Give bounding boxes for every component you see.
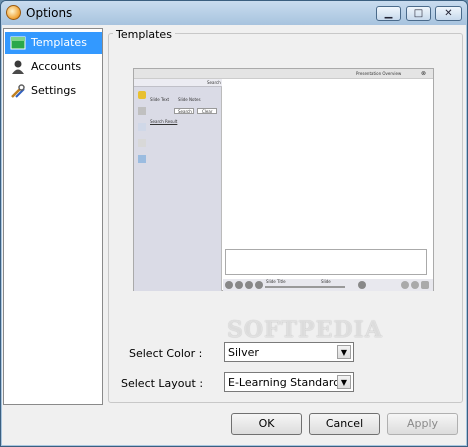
preview-notes-area xyxy=(225,249,427,275)
preview-search-result: Search Result xyxy=(150,119,178,124)
title-bar[interactable]: Options ▁ □ ✕ xyxy=(1,1,467,25)
preview-header-text: Presentation Overview xyxy=(356,71,402,76)
preview-checkbox-slide-text: Slide Text xyxy=(150,97,170,102)
cancel-button[interactable]: Cancel xyxy=(309,413,380,435)
maximize-button[interactable]: □ xyxy=(406,6,431,21)
select-layout-dropdown[interactable]: E-Learning Standard ▼ xyxy=(224,372,354,392)
ok-button[interactable]: OK xyxy=(231,413,302,435)
options-window: Options ▁ □ ✕ Templates Accounts Setting… xyxy=(0,0,468,447)
minimize-icon: ▁ xyxy=(384,8,393,19)
preview-toolbar-icon xyxy=(138,155,146,163)
minimize-button[interactable]: ▁ xyxy=(376,6,401,21)
options-sidebar: Templates Accounts Settings xyxy=(3,28,103,405)
preview-toolbar-icon xyxy=(138,123,146,131)
template-preview: Presentation Overview ⊗ Search Slide Tex… xyxy=(133,68,434,291)
sidebar-item-label: Templates xyxy=(31,36,87,49)
user-icon xyxy=(10,59,26,75)
preview-slide-label: Slide xyxy=(321,279,331,284)
dialog-client-area: Templates Accounts Settings Templates Pr… xyxy=(2,25,466,445)
template-icon xyxy=(10,35,26,51)
preview-player-bar: Slide Title Slide xyxy=(223,279,433,291)
preview-header: Presentation Overview ⊗ xyxy=(134,69,433,79)
preview-sidebar: Search Slide Text Slide Notes Search Cle… xyxy=(134,79,222,291)
preview-close-icon: ⊗ xyxy=(421,70,427,77)
preview-search-label: Search xyxy=(207,80,221,85)
sidebar-item-settings[interactable]: Settings xyxy=(5,80,102,102)
settings-icon xyxy=(10,83,26,99)
apply-button[interactable]: Apply xyxy=(387,413,458,435)
select-color-dropdown[interactable]: Silver ▼ xyxy=(224,342,354,362)
preview-search-button: Search xyxy=(178,109,192,114)
preview-toolbar-icon xyxy=(138,107,146,115)
maximize-icon: □ xyxy=(413,8,424,19)
close-icon: ✕ xyxy=(444,8,453,19)
sidebar-item-templates[interactable]: Templates xyxy=(5,32,102,54)
templates-group: Templates Presentation Overview ⊗ Search… xyxy=(108,28,463,403)
select-layout-label: Select Layout : xyxy=(121,377,204,390)
chevron-down-icon[interactable]: ▼ xyxy=(337,345,351,359)
preview-clear-button: Clear xyxy=(202,109,213,114)
chevron-down-icon[interactable]: ▼ xyxy=(337,375,351,389)
preview-checkbox-slide-notes: Slide Notes xyxy=(178,97,201,102)
group-title: Templates xyxy=(113,28,175,41)
watermark: SOFTPEDIA xyxy=(227,317,383,343)
select-color-label: Select Color : xyxy=(129,347,203,360)
app-icon xyxy=(6,5,21,20)
sidebar-item-label: Accounts xyxy=(31,60,82,73)
select-color-value: Silver xyxy=(228,346,259,359)
sidebar-item-accounts[interactable]: Accounts xyxy=(5,56,102,78)
sidebar-item-label: Settings xyxy=(31,84,77,97)
preview-slide-title: Slide Title xyxy=(266,279,286,284)
preview-toolbar-icon xyxy=(138,139,146,147)
window-title: Options xyxy=(26,6,73,20)
select-layout-value: E-Learning Standard xyxy=(228,376,341,389)
close-button[interactable]: ✕ xyxy=(435,6,462,21)
preview-toolbar-icon xyxy=(138,91,146,99)
